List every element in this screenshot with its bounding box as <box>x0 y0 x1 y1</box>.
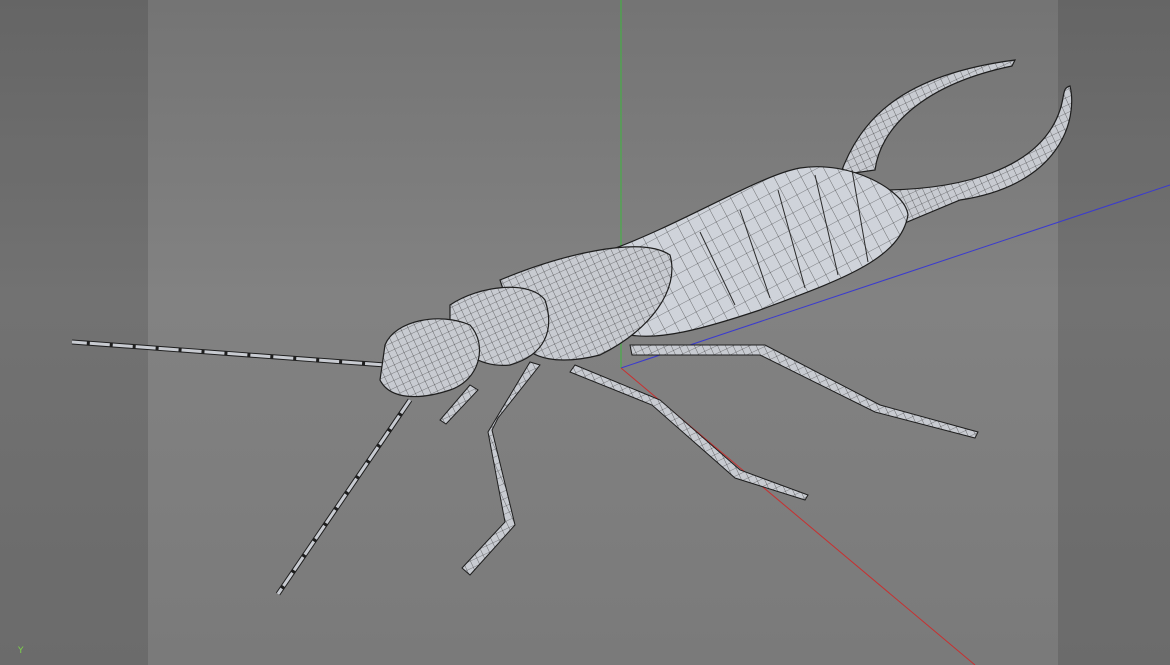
legs <box>439 344 979 576</box>
forceps-left <box>839 59 1017 176</box>
axis-indicator-y-label: Y <box>18 646 24 656</box>
3d-viewport[interactable]: Y <box>0 0 1170 665</box>
scene <box>71 0 1170 665</box>
head <box>379 318 480 398</box>
antennae <box>71 339 413 596</box>
